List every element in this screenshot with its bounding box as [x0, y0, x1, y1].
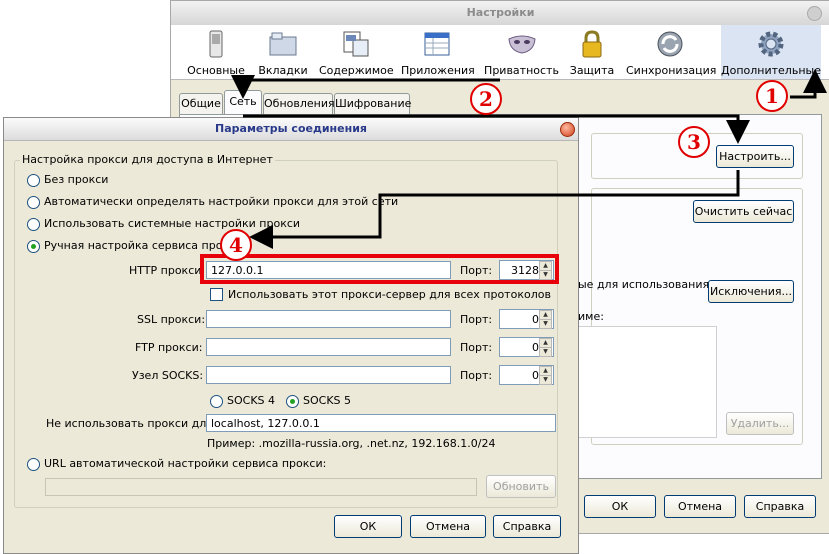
arrow-1	[790, 69, 827, 99]
annotation-badge-2: 2	[470, 83, 502, 115]
arrow-2	[231, 75, 500, 99]
annotation-badge-1: 1	[756, 80, 788, 112]
annotation-badge-4: 4	[220, 229, 252, 261]
arrow-3	[243, 114, 750, 144]
annotation-badge-3: 3	[678, 126, 710, 158]
arrow-4	[249, 170, 740, 249]
annotation-arrows	[231, 69, 827, 249]
